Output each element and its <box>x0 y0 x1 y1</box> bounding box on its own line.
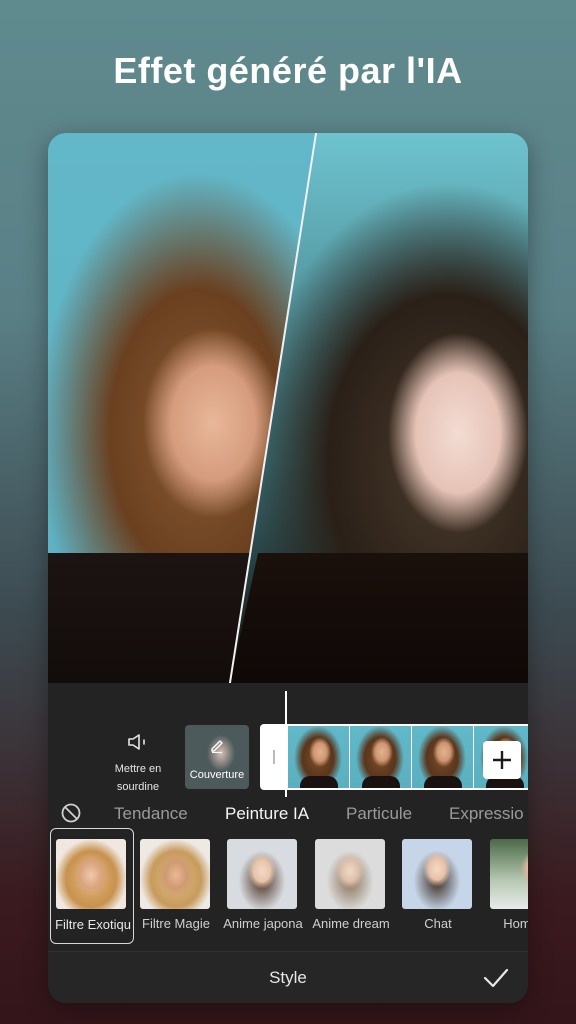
video-preview[interactable] <box>48 133 528 683</box>
track-frame <box>288 726 349 788</box>
headline: Effet généré par l'IA <box>113 50 463 91</box>
speaker-icon <box>128 734 145 750</box>
cover-label: Couverture <box>189 769 245 781</box>
style-list: Filtre Exotiqu Filtre Magie Anime japona… <box>48 828 528 950</box>
style-thumbnail <box>227 839 297 909</box>
tab-peinture-ia[interactable]: Peinture IA <box>225 804 309 824</box>
style-thumbnail <box>402 839 472 909</box>
trim-handle[interactable] <box>262 726 286 788</box>
tab-particule[interactable]: Particule <box>346 804 412 824</box>
style-item-homme[interactable]: Homme <box>484 828 528 944</box>
trim-handle-grip <box>273 750 275 764</box>
style-label: Homme <box>503 916 528 931</box>
plus-icon <box>493 751 511 769</box>
pencil-icon <box>211 740 223 753</box>
bottom-bar: Style <box>48 951 528 1003</box>
track-frame <box>350 726 411 788</box>
style-label: Filtre Magie <box>142 916 210 931</box>
style-item-chat[interactable]: Chat <box>396 828 480 944</box>
style-thumbnail <box>56 839 126 909</box>
style-label: Anime dream <box>312 916 390 931</box>
mute-button[interactable]: Mettre en sourdine <box>106 733 170 796</box>
tab-expression[interactable]: Expressio <box>449 804 524 824</box>
style-label: Chat <box>424 916 452 931</box>
no-effect-icon[interactable] <box>61 803 81 823</box>
ai-generated-clothing <box>230 553 528 683</box>
style-thumbnail <box>315 839 385 909</box>
category-tabs: Tendance Peinture IA Particule Expressio <box>48 798 528 828</box>
style-label: Filtre Exotiqu <box>55 917 131 932</box>
timeline: Mettre en sourdine Couverture <box>48 683 528 798</box>
track-frame <box>412 726 473 788</box>
playhead[interactable] <box>285 691 287 797</box>
cover-button[interactable]: Couverture <box>185 725 249 789</box>
style-thumbnail <box>490 839 528 909</box>
style-label: Anime japona <box>223 916 303 931</box>
tab-tendance[interactable]: Tendance <box>114 804 188 824</box>
style-item-filtre-exotique[interactable]: Filtre Exotiqu <box>50 828 134 944</box>
mute-label: Mettre en sourdine <box>114 763 162 793</box>
style-item-filtre-magie[interactable]: Filtre Magie <box>134 828 218 944</box>
editor-panel: Mettre en sourdine Couverture Tendance P… <box>48 133 528 1003</box>
panel-title: Style <box>269 968 307 987</box>
style-item-anime-dream[interactable]: Anime dream <box>309 828 393 944</box>
style-thumbnail <box>140 839 210 909</box>
style-item-anime-japonais[interactable]: Anime japona <box>221 828 305 944</box>
checkmark-icon[interactable] <box>482 966 510 990</box>
add-clip-button[interactable] <box>483 741 521 779</box>
